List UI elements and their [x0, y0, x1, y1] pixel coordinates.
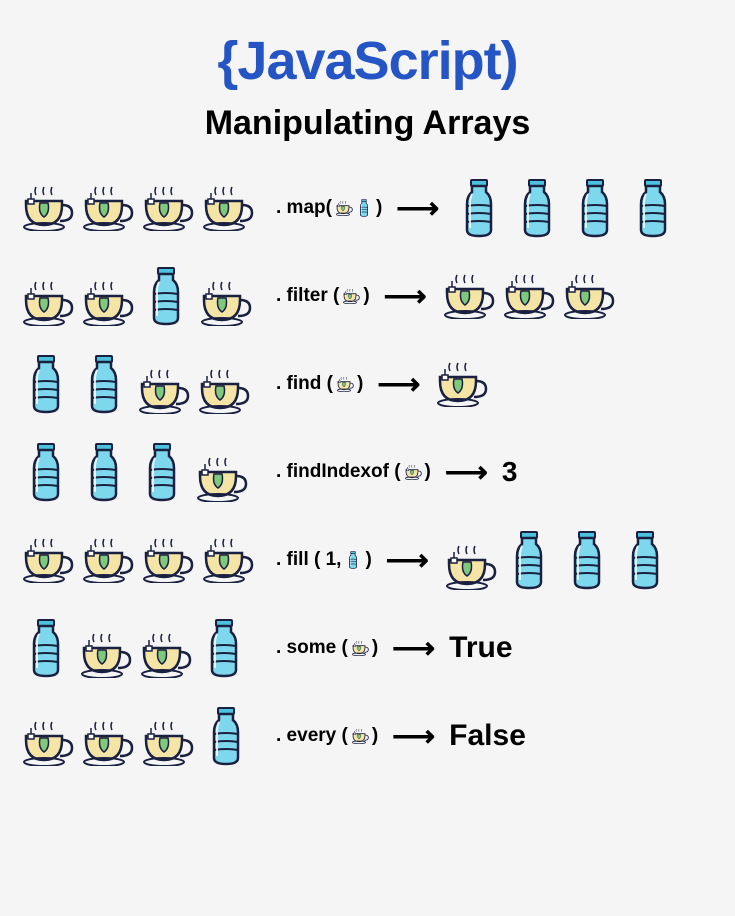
output-text: False	[449, 719, 526, 753]
method-label: . find ()	[276, 373, 363, 395]
bottle-icon	[569, 178, 621, 238]
tea-icon	[80, 185, 134, 231]
arrow-icon: ⟶	[377, 367, 420, 402]
input-array	[20, 706, 270, 766]
bottle-icon	[200, 706, 252, 766]
bottle-icon	[453, 178, 505, 238]
output-text: True	[449, 631, 512, 665]
tea-icon	[20, 280, 74, 326]
bottle-icon	[198, 618, 250, 678]
arrow-icon: ⟶	[386, 543, 429, 578]
method-row: . filter () ⟶	[20, 261, 715, 331]
method-label: . filter ()	[276, 285, 370, 307]
tea-icon	[351, 727, 369, 745]
method-label: . every ()	[276, 725, 378, 747]
method-row: . every () ⟶ False	[20, 701, 715, 771]
bottle-icon	[140, 266, 192, 326]
tea-icon	[501, 273, 555, 319]
input-array	[20, 442, 270, 502]
method-label: . fill ( 1,)	[276, 549, 372, 571]
tea-icon	[140, 185, 194, 231]
method-label: . map()	[276, 197, 382, 219]
page-title: {JavaScript)	[20, 30, 715, 92]
tea-icon	[342, 287, 360, 305]
method-label: . findIndexof ()	[276, 461, 431, 483]
arrow-icon: ⟶	[384, 279, 427, 314]
output-array	[441, 273, 615, 319]
input-array	[20, 185, 270, 231]
tea-icon	[20, 537, 74, 583]
bottle-icon	[344, 551, 362, 569]
page-subtitle: Manipulating Arrays	[20, 104, 715, 143]
arrow-icon: ⟶	[396, 191, 439, 226]
tea-icon	[441, 273, 495, 319]
tea-icon	[434, 361, 488, 407]
tea-icon	[351, 639, 369, 657]
method-row: . map() ⟶	[20, 173, 715, 243]
tea-icon	[336, 375, 354, 393]
tea-icon	[80, 280, 134, 326]
tea-icon	[20, 720, 74, 766]
bottle-icon	[627, 178, 679, 238]
tea-icon	[140, 537, 194, 583]
arrow-icon: ⟶	[392, 631, 435, 666]
tea-icon	[561, 273, 615, 319]
output-array	[434, 361, 488, 407]
tea-icon	[140, 720, 194, 766]
output-array	[453, 178, 679, 238]
method-rows: . map()⟶. filter ()⟶. find ()⟶. findInde…	[20, 173, 715, 771]
arrow-icon: ⟶	[392, 719, 435, 754]
method-row: . some () ⟶ True	[20, 613, 715, 683]
bottle-icon	[136, 442, 188, 502]
bottle-icon	[78, 442, 130, 502]
bottle-icon	[20, 354, 72, 414]
input-array	[20, 266, 270, 326]
tea-icon	[136, 368, 190, 414]
tea-icon	[200, 185, 254, 231]
method-row: . findIndexof () ⟶ 3	[20, 437, 715, 507]
bottle-icon	[78, 354, 130, 414]
input-array	[20, 354, 270, 414]
bottle-icon	[619, 530, 671, 590]
tea-icon	[138, 632, 192, 678]
bottle-icon	[503, 530, 555, 590]
method-label: . some ()	[276, 637, 378, 659]
method-row: . fill ( 1,) ⟶	[20, 525, 715, 595]
bottle-icon	[20, 618, 72, 678]
bottle-icon	[561, 530, 613, 590]
method-row: . find () ⟶	[20, 349, 715, 419]
tea-icon	[404, 463, 422, 481]
bottle-icon	[511, 178, 563, 238]
tea-icon	[80, 720, 134, 766]
input-array	[20, 537, 270, 583]
output-array	[443, 530, 671, 590]
tea-icon	[200, 537, 254, 583]
bottle-icon	[20, 442, 72, 502]
tea-icon	[20, 185, 74, 231]
tea-icon	[78, 632, 132, 678]
tea-icon	[335, 199, 353, 217]
input-array	[20, 618, 270, 678]
tea-icon	[443, 544, 497, 590]
arrow-icon: ⟶	[445, 455, 488, 490]
output-text: 3	[502, 456, 518, 488]
bottle-icon	[355, 199, 373, 217]
tea-icon	[194, 456, 248, 502]
tea-icon	[196, 368, 250, 414]
tea-icon	[80, 537, 134, 583]
tea-icon	[198, 280, 252, 326]
